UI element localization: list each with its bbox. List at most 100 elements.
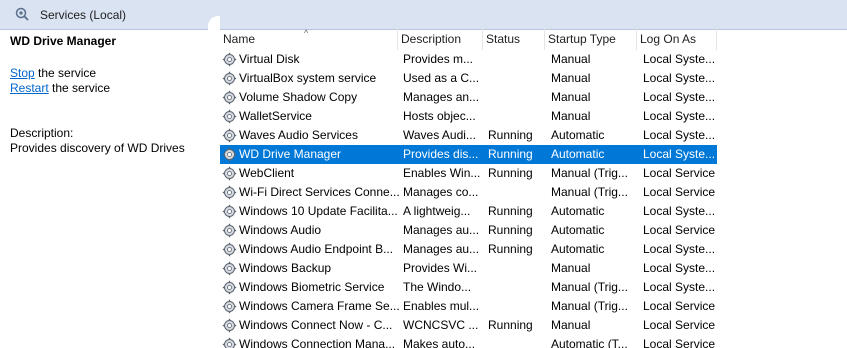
service-status [488, 259, 548, 278]
service-gear-icon [222, 280, 237, 295]
service-row[interactable]: Volume Shadow Copy Manages an... Manual Loc… [220, 88, 717, 107]
service-status [488, 50, 548, 69]
service-name: Windows Audio Endpoint B... [239, 242, 394, 256]
service-gear-icon [222, 204, 237, 219]
service-startup-type: Automatic [551, 204, 605, 218]
service-description: Provides dis... [403, 147, 479, 161]
service-description: Used as a C... [403, 71, 480, 85]
column-header-description[interactable]: Description [398, 28, 483, 50]
service-name: Windows Audio [239, 223, 322, 237]
service-gear-icon [222, 337, 237, 348]
service-gear-icon [222, 223, 237, 238]
service-name: Windows Connection Mana... [239, 337, 396, 348]
service-name: WebClient [239, 166, 295, 180]
service-details-pane: WD Drive Manager Stop the service Restar… [0, 31, 208, 348]
service-row[interactable]: WD Drive Manager Provides dis... Running Au… [220, 145, 717, 164]
description-label: Description: [10, 126, 74, 140]
service-name: Volume Shadow Copy [239, 90, 358, 104]
column-header-status[interactable]: Status [483, 28, 545, 50]
service-description: The Windo... [403, 280, 472, 294]
service-status [488, 183, 548, 202]
service-startup-type: Manual [551, 71, 591, 85]
service-row[interactable]: Windows Camera Frame Se... Enables mul...… [220, 297, 717, 316]
service-row[interactable]: Virtual Disk Provides m... Manual Local Sys… [220, 50, 717, 69]
sort-ascending-icon: ^ [304, 28, 309, 38]
service-startup-type: Manual [551, 109, 591, 123]
service-gear-icon [222, 261, 237, 276]
service-startup-type: Manual [551, 318, 591, 332]
window-title: Services (Local) [40, 8, 127, 22]
service-row[interactable]: Windows Connection Mana... Makes auto... A… [220, 335, 717, 348]
service-row[interactable]: WalletService Hosts objec... Manual Local S… [220, 107, 717, 126]
service-log-on-as: Local Syste... [643, 261, 716, 275]
service-row[interactable]: Waves Audio Services Waves Audi... Running… [220, 126, 717, 145]
service-status: Running [488, 166, 533, 180]
service-startup-type: Manual (Trig... [551, 280, 628, 294]
service-status [488, 69, 548, 88]
service-status: Running [488, 204, 533, 218]
service-name: Windows Connect Now - C... [239, 318, 393, 332]
service-log-on-as: Local Service [643, 299, 716, 313]
service-name: Windows Biometric Service [239, 280, 385, 294]
service-log-on-as: Local Syste... [643, 109, 716, 123]
service-row[interactable]: Windows Connect Now - C... WCNCSVC ... Run… [220, 316, 717, 335]
service-log-on-as: Local Syste... [643, 280, 716, 294]
service-log-on-as: Local Service [643, 318, 716, 332]
service-gear-icon [222, 185, 237, 200]
service-row[interactable]: Windows Audio Endpoint B... Manages au...… [220, 240, 717, 259]
service-startup-type: Manual [551, 90, 591, 104]
restart-service-link[interactable]: Restart [10, 81, 49, 95]
service-gear-icon [222, 109, 237, 124]
service-status: Running [488, 128, 533, 142]
service-status [488, 88, 548, 107]
service-description: Enables mul... [403, 299, 480, 313]
service-row[interactable]: Windows Audio Manages au... Running Automat… [220, 221, 717, 240]
service-log-on-as: Local Syste... [643, 71, 716, 85]
service-log-on-as: Local Syste... [643, 128, 716, 142]
service-startup-type: Manual (Trig... [551, 299, 628, 313]
selected-service-title: WD Drive Manager [10, 34, 117, 48]
service-status [488, 335, 548, 348]
service-row[interactable]: VirtualBox system service Used as a C... M… [220, 69, 717, 88]
service-startup-type: Manual (Trig... [551, 166, 628, 180]
service-gear-icon [222, 242, 237, 257]
services-list: Name ^ Description Status Startup Type Lo… [220, 28, 847, 348]
service-name: Virtual Disk [239, 52, 300, 66]
stop-service-link[interactable]: Stop [10, 66, 35, 80]
service-description: Enables Win... [403, 166, 481, 180]
column-header-startup-type[interactable]: Startup Type [545, 28, 637, 50]
service-status [488, 278, 548, 297]
service-gear-icon [222, 318, 237, 333]
stop-action-line: Stop the service [10, 66, 96, 80]
service-gear-icon [222, 128, 237, 143]
service-startup-type: Automatic (T... [551, 337, 628, 348]
service-row[interactable]: Windows 10 Update Facilita... A lightweig… [220, 202, 717, 221]
service-name: Wi-Fi Direct Services Conne... [239, 185, 399, 199]
service-name: Windows 10 Update Facilita... [239, 204, 398, 218]
stop-suffix: the service [34, 66, 97, 80]
column-header-name[interactable]: Name ^ [220, 28, 398, 50]
column-header-log-on-as[interactable]: Log On As [637, 28, 717, 50]
service-row[interactable]: WebClient Enables Win... Running Manual (Tr… [220, 164, 717, 183]
column-header-row: Name ^ Description Status Startup Type Lo… [220, 28, 847, 50]
service-description: A lightweig... [403, 204, 471, 218]
service-row[interactable]: Wi-Fi Direct Services Conne... Manages co… [220, 183, 717, 202]
service-log-on-as: Local Service [643, 185, 716, 199]
service-gear-icon [222, 71, 237, 86]
service-name: VirtualBox system service [239, 71, 377, 85]
service-gear-icon [222, 52, 237, 67]
service-log-on-as: Local Service [643, 337, 716, 348]
service-row[interactable]: Windows Biometric Service The Windo... Man… [220, 278, 717, 297]
window-titlebar: Services (Local) [0, 0, 847, 30]
service-description: Makes auto... [403, 337, 476, 348]
service-description: Manages au... [403, 223, 480, 237]
service-log-on-as: Local Syste... [643, 147, 716, 161]
service-description: Waves Audi... [403, 128, 476, 142]
service-gear-icon [222, 299, 237, 314]
service-row[interactable]: Windows Backup Provides Wi... Manual Local … [220, 259, 717, 278]
service-description: WCNCSVC ... [403, 318, 479, 332]
service-status: Running [488, 223, 533, 237]
service-startup-type: Automatic [551, 242, 605, 256]
restart-action-line: Restart the service [10, 81, 110, 95]
service-description: Manages an... [403, 90, 480, 104]
